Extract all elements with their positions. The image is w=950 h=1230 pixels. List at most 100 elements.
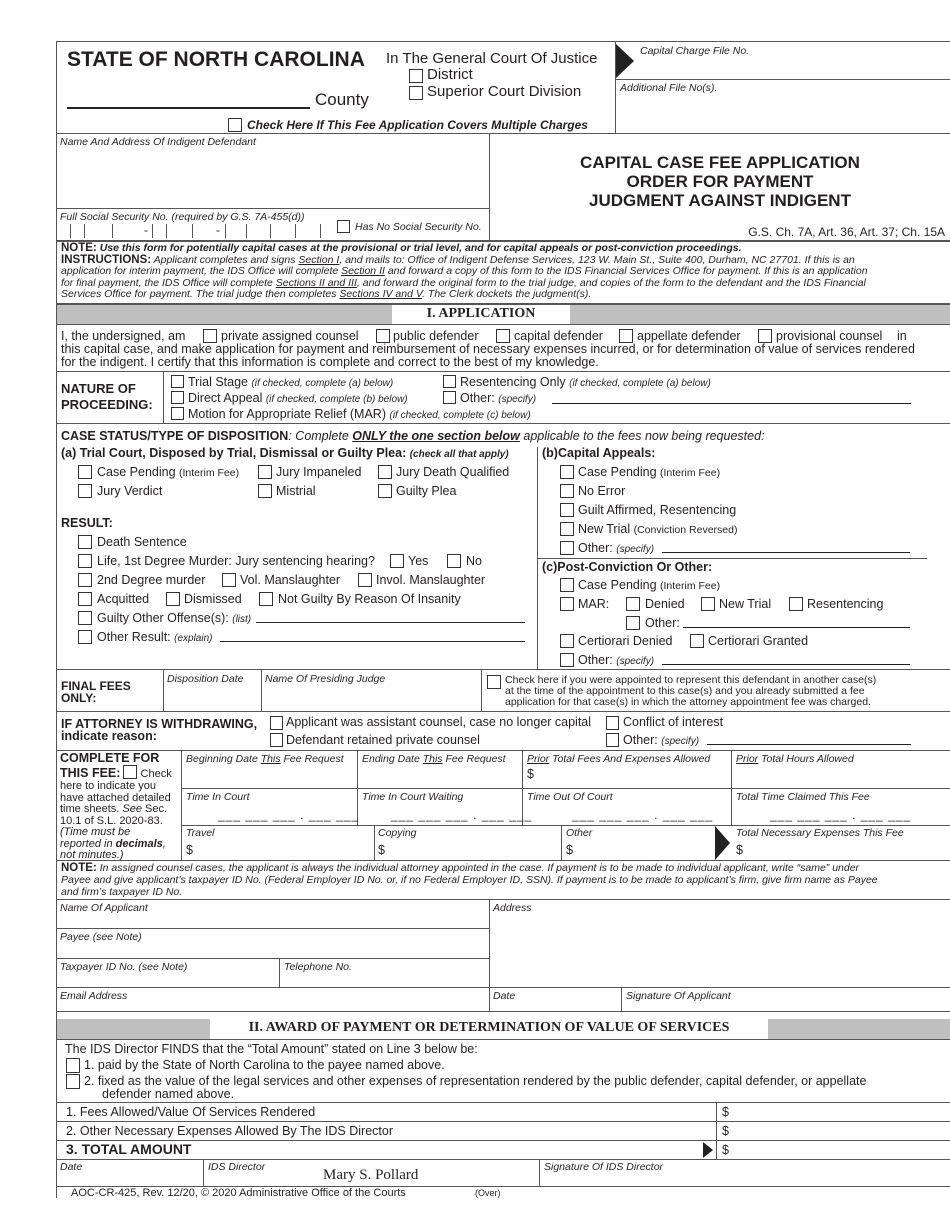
multiple-charges-label: Check Here If This Fee Application Cover… — [247, 118, 588, 132]
total-amount-label: 3. TOTAL AMOUNT — [66, 1141, 192, 1157]
dismissed-checkbox[interactable] — [166, 592, 180, 606]
superior-checkbox[interactable] — [409, 86, 423, 100]
defendant-name-label: Name And Address Of Indigent Defendant — [60, 136, 256, 148]
signature-label: Signature Of Applicant — [626, 990, 731, 1002]
guilty-other-checkbox[interactable] — [78, 611, 92, 625]
sentencing-yes-checkbox[interactable] — [390, 554, 404, 568]
mar-resentencing-checkbox[interactable] — [789, 597, 803, 611]
life-checkbox[interactable] — [78, 554, 92, 568]
acquitted-checkbox[interactable] — [78, 592, 92, 606]
withdraw-other-checkbox[interactable] — [606, 733, 619, 747]
invol-manslaughter-checkbox[interactable] — [358, 573, 372, 587]
divider — [56, 899, 950, 900]
ngri-checkbox[interactable] — [259, 592, 273, 606]
jury-impaneled-checkbox[interactable] — [258, 465, 272, 479]
b-other-checkbox[interactable] — [560, 541, 574, 555]
retained-counsel-checkbox[interactable] — [270, 733, 283, 747]
jury-impaneled-label: Jury Impaneled — [276, 465, 362, 479]
total-time-field[interactable]: ___ ___ ___ . ___ ___ — [770, 808, 911, 822]
mar-other-checkbox[interactable] — [626, 616, 640, 630]
state-title: STATE OF NORTH CAROLINA — [67, 48, 365, 71]
c-other-field[interactable] — [662, 664, 910, 665]
sentencing-no-checkbox[interactable] — [447, 554, 461, 568]
jury-verdict-checkbox[interactable] — [78, 484, 92, 498]
travel-dollar: $ — [186, 843, 193, 857]
guilty-plea-checkbox[interactable] — [378, 484, 392, 498]
other-proceeding-field[interactable] — [552, 403, 911, 404]
divider — [181, 750, 182, 861]
c-mar-checkbox[interactable] — [560, 597, 574, 611]
time-in-court-field[interactable]: ___ ___ ___ . ___ ___ — [218, 808, 359, 822]
guilty-other-field[interactable] — [256, 622, 525, 623]
divider — [56, 1011, 950, 1012]
title-line-2: ORDER FOR PAYMENT — [626, 172, 814, 191]
withdraw-other-field[interactable] — [707, 744, 911, 745]
jury-death-checkbox[interactable] — [378, 465, 392, 479]
other-result-field[interactable] — [220, 641, 525, 642]
guilt-affirmed-checkbox[interactable] — [560, 503, 574, 517]
death-sentence-checkbox[interactable] — [78, 535, 92, 549]
fees-allowed-dollar[interactable]: $ — [722, 1105, 729, 1119]
mar-denied-checkbox[interactable] — [626, 597, 640, 611]
resentencing-checkbox[interactable] — [443, 375, 456, 388]
b-case-pending-checkbox[interactable] — [560, 465, 574, 479]
mar-other-field[interactable] — [683, 627, 910, 628]
total-amount-dollar[interactable]: $ — [722, 1143, 729, 1157]
new-trial-checkbox[interactable] — [560, 522, 574, 536]
withdrawing-label: IF ATTORNEY IS WITHDRAWING, indicate reas… — [61, 717, 258, 743]
conflict-label: Conflict of interest — [623, 715, 724, 729]
section-b-heading: (b)Capital Appeals: — [542, 446, 656, 460]
county-field[interactable] — [67, 107, 310, 109]
divider — [481, 669, 482, 711]
option-2-checkbox[interactable] — [66, 1074, 80, 1089]
appellate-defender-checkbox[interactable] — [619, 329, 633, 343]
direct-appeal-checkbox[interactable] — [171, 391, 184, 404]
district-checkbox[interactable] — [409, 69, 423, 83]
cert-granted-checkbox[interactable] — [690, 634, 704, 648]
guilty-other-label: Guilty Other Offense(s): (list) — [97, 611, 252, 625]
divider — [163, 371, 164, 423]
public-defender-checkbox[interactable] — [376, 329, 390, 343]
b-other-field[interactable] — [662, 552, 910, 553]
trial-stage-checkbox[interactable] — [171, 375, 184, 388]
certification-line-2: for the indigent. I certify that this in… — [61, 355, 599, 369]
no-ssn-checkbox[interactable] — [337, 220, 350, 233]
second-degree-checkbox[interactable] — [78, 573, 92, 587]
c-other-checkbox[interactable] — [560, 653, 574, 667]
prior-fees-label: Prior Total Fees And Expenses Allowed — [527, 753, 711, 765]
divider — [374, 825, 375, 861]
option-1-label: 1. paid by the State of North Carolina t… — [84, 1058, 445, 1072]
timesheets-checkbox[interactable] — [123, 765, 138, 779]
other-case-checkbox[interactable] — [487, 675, 501, 689]
other-proceeding-checkbox[interactable] — [443, 391, 456, 404]
private-counsel-checkbox[interactable] — [203, 329, 217, 343]
other-result-checkbox[interactable] — [78, 630, 92, 644]
role-label: capital defender — [514, 329, 603, 343]
option-1-checkbox[interactable] — [66, 1058, 80, 1073]
mar-new-trial-checkbox[interactable] — [701, 597, 715, 611]
capital-defender-checkbox[interactable] — [496, 329, 510, 343]
a-case-pending-checkbox[interactable] — [78, 465, 92, 479]
mar-checkbox[interactable] — [171, 407, 184, 420]
c-other-label: Other: (specify) — [578, 653, 655, 667]
other-expenses-label: 2. Other Necessary Expenses Allowed By T… — [66, 1124, 393, 1138]
divider — [56, 1159, 950, 1160]
assistant-counsel-checkbox[interactable] — [270, 716, 283, 730]
vol-manslaughter-checkbox[interactable] — [222, 573, 236, 587]
time-waiting-field[interactable]: ___ ___ ___ . ___ ___ — [391, 808, 532, 822]
other-expenses-dollar[interactable]: $ — [722, 1124, 729, 1138]
jury-verdict-label: Jury Verdict — [97, 484, 163, 498]
applicant-name-label: Name Of Applicant — [60, 902, 148, 914]
mistrial-checkbox[interactable] — [258, 484, 272, 498]
multiple-charges-checkbox[interactable] — [228, 118, 242, 132]
divider — [56, 711, 950, 712]
no-error-checkbox[interactable] — [560, 484, 574, 498]
conflict-checkbox[interactable] — [606, 716, 619, 730]
fees-allowed-label: 1. Fees Allowed/Value Of Services Render… — [66, 1105, 316, 1119]
cert-denied-checkbox[interactable] — [560, 634, 574, 648]
time-out-field[interactable]: ___ ___ ___ . ___ ___ — [572, 808, 713, 822]
divider — [203, 1159, 204, 1186]
disposition-date-label: Disposition Date — [167, 673, 244, 685]
c-case-pending-checkbox[interactable] — [560, 578, 574, 592]
provisional-counsel-checkbox[interactable] — [758, 329, 772, 343]
